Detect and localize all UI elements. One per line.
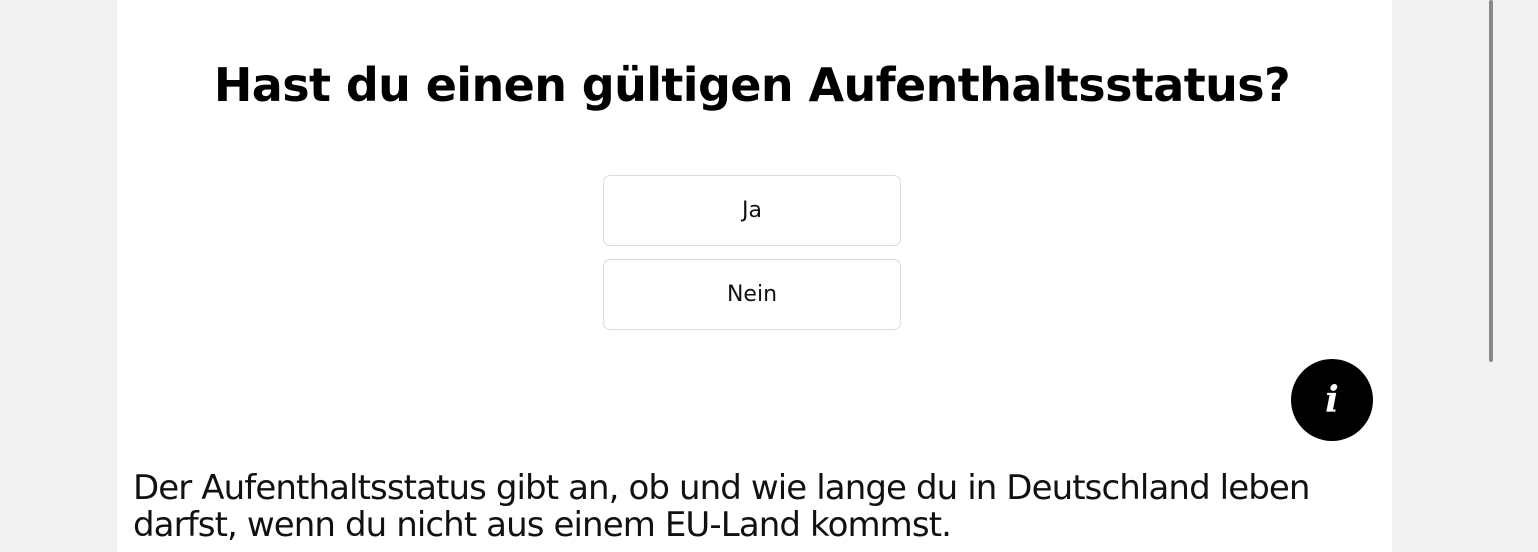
question-title: Hast du einen gültigen Aufenthaltsstatus… [213,58,1291,112]
info-button[interactable]: i [1291,359,1373,441]
scrollbar-thumb[interactable] [1489,0,1493,362]
answer-no-button[interactable]: Nein [603,259,901,330]
answer-no-label: Nein [726,282,778,307]
question-panel: Hast du einen gültigen Aufenthaltsstatus… [117,0,1493,552]
answer-yes-label: Ja [742,198,762,223]
answer-yes-button[interactable]: Ja [603,175,901,246]
info-description: Der Aufenthaltsstatus gibt an, ob und wi… [133,468,1310,545]
info-icon: i [1325,379,1339,421]
